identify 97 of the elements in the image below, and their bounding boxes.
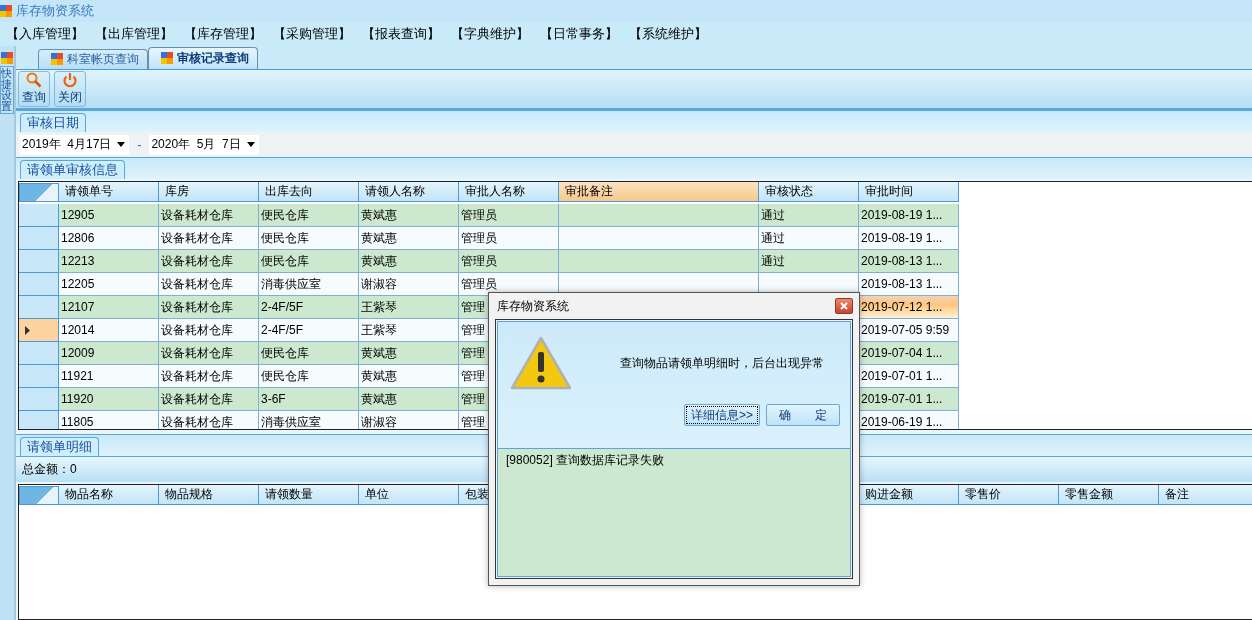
side-tab[interactable]: 快捷设置 (0, 66, 14, 114)
table-cell: 12213 (59, 250, 159, 273)
table-cell: 设备耗材仓库 (159, 342, 259, 365)
column-header[interactable]: 备注 (1159, 485, 1252, 506)
table-cell: 12205 (59, 273, 159, 296)
menu-item[interactable]: 【系统维护】 (629, 25, 718, 43)
table-cell: 消毒供应室 (259, 273, 359, 296)
date-picker[interactable]: 2019年 4月17日 (20, 134, 130, 155)
table-cell: 通过 (759, 204, 859, 227)
table-cell: 便民仓库 (259, 342, 359, 365)
table-cell: 便民仓库 (259, 204, 359, 227)
column-header[interactable]: 出库去向 (259, 182, 359, 202)
column-header[interactable]: 零售价 (959, 485, 1059, 506)
table-cell: 2-4F/5F (259, 319, 359, 342)
table-cell: 管理员 (459, 204, 559, 227)
table-cell: 设备耗材仓库 (159, 250, 259, 273)
column-header[interactable]: 请领数量 (259, 485, 359, 506)
error-message: 查询物品请领单明细时，后台出现异常 (620, 354, 824, 372)
table-cell: 黄斌惠 (359, 342, 459, 365)
error-detail: [980052] 查询数据库记录失败 (506, 453, 665, 467)
column-header[interactable]: 物品名称 (59, 485, 159, 506)
table-cell: 2019-08-19 1... (859, 227, 959, 250)
table-cell: 2019-08-13 1... (859, 250, 959, 273)
table-cell: 2019-07-01 1... (859, 388, 959, 411)
table-cell: 王紫琴 (359, 296, 459, 319)
column-header[interactable]: 请领人名称 (359, 182, 459, 202)
table-cell: 12806 (59, 227, 159, 250)
group-title: 审核日期 (20, 113, 86, 133)
table-cell: 2019-08-13 1... (859, 273, 959, 296)
table-cell: 12107 (59, 296, 159, 319)
table-cell: 黄斌惠 (359, 388, 459, 411)
table-cell: 2019-07-04 1... (859, 342, 959, 365)
table-cell: 黄斌惠 (359, 250, 459, 273)
table-cell: 2019-06-19 1... (859, 411, 959, 430)
table-cell: 2-4F/5F (259, 296, 359, 319)
table-cell: 3-6F (259, 388, 359, 411)
menu-item[interactable]: 【出库管理】 (95, 25, 184, 43)
table-cell: 通过 (759, 250, 859, 273)
column-header[interactable]: 审批人名称 (459, 182, 559, 202)
table-cell: 设备耗材仓库 (159, 319, 259, 342)
table-cell: 王紫琴 (359, 319, 459, 342)
table-cell: 消毒供应室 (259, 411, 359, 430)
table-cell: 管理员 (459, 250, 559, 273)
table-cell: 便民仓库 (259, 250, 359, 273)
table-cell: 设备耗材仓库 (159, 296, 259, 319)
total-amount: 总金额：0 (22, 461, 77, 479)
table-cell: 黄斌惠 (359, 365, 459, 388)
table-cell: 设备耗材仓库 (159, 411, 259, 430)
group-title: 请领单明细 (20, 437, 99, 457)
date-separator: - (137, 137, 142, 152)
details-button[interactable]: 详细信息>> (684, 404, 760, 426)
menu-item[interactable]: 【入库管理】 (6, 25, 95, 43)
close-button[interactable]: 关闭 (54, 71, 86, 107)
table-cell: 2019-07-01 1... (859, 365, 959, 388)
table-cell: 11805 (59, 411, 159, 430)
column-header[interactable]: 审批时间 (859, 182, 959, 202)
column-header[interactable]: 请领单号 (59, 182, 159, 202)
column-header[interactable]: 库房 (159, 182, 259, 202)
group-title: 请领单审核信息 (20, 160, 125, 179)
menu-item[interactable]: 【字典维护】 (451, 25, 540, 43)
table-cell: 谢淑容 (359, 273, 459, 296)
table-cell: 2019-08-19 1... (859, 204, 959, 227)
table-cell: 设备耗材仓库 (159, 273, 259, 296)
column-header[interactable]: 零售金额 (1059, 485, 1159, 506)
tab[interactable]: 审核记录查询 (148, 46, 258, 69)
table-cell: 便民仓库 (259, 227, 359, 250)
table-cell: 黄斌惠 (359, 227, 459, 250)
table-cell: 设备耗材仓库 (159, 204, 259, 227)
column-header[interactable]: 物品规格 (159, 485, 259, 506)
table-cell: 11920 (59, 388, 159, 411)
table-cell: 便民仓库 (259, 365, 359, 388)
table-cell: 谢淑容 (359, 411, 459, 430)
table-cell: 设备耗材仓库 (159, 388, 259, 411)
table-cell: 黄斌惠 (359, 204, 459, 227)
table-cell: 12009 (59, 342, 159, 365)
column-header[interactable]: 单位 (359, 485, 459, 506)
table-cell: 2019-07-05 9:59 (859, 319, 959, 342)
table-cell: 12905 (59, 204, 159, 227)
table-cell: 11921 (59, 365, 159, 388)
tab[interactable]: 科室帐页查询 (38, 48, 148, 69)
menu-item[interactable]: 【采购管理】 (273, 25, 362, 43)
window-title: 库存物资系统 (16, 2, 94, 20)
table-cell: 12014 (59, 319, 159, 342)
table-cell: 管理员 (459, 227, 559, 250)
date-picker[interactable]: 2020年 5月 7日 (149, 134, 259, 155)
table-cell: 设备耗材仓库 (159, 365, 259, 388)
column-header[interactable]: 审核状态 (759, 182, 859, 202)
menu-item[interactable]: 【库存管理】 (184, 25, 273, 43)
column-header[interactable]: 购进金额 (859, 485, 959, 506)
table-cell: 设备耗材仓库 (159, 227, 259, 250)
menu-item[interactable]: 【日常事务】 (540, 25, 629, 43)
table-cell: 2019-07-12 1... (859, 296, 959, 319)
menu-item[interactable]: 【报表查询】 (362, 25, 451, 43)
table-cell: 通过 (759, 227, 859, 250)
column-header[interactable]: 审批备注 (559, 182, 759, 202)
search-button[interactable]: 查询 (18, 71, 50, 107)
ok-button[interactable]: 确 定 (766, 404, 840, 426)
